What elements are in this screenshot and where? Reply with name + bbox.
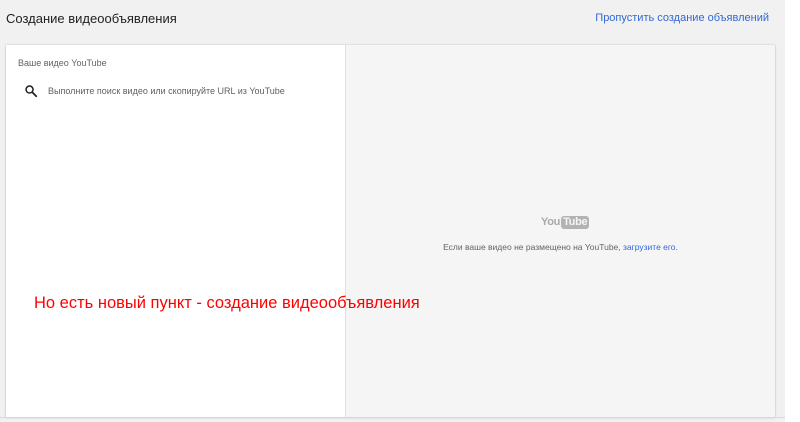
bottom-divider <box>0 417 785 418</box>
upload-video-link[interactable]: загрузите его <box>623 242 676 252</box>
page: Создание видеообъявления Пропустить созд… <box>0 0 800 422</box>
skip-ad-creation-link[interactable]: Пропустить создание объявлений <box>595 12 769 24</box>
header: Создание видеообъявления Пропустить созд… <box>0 0 785 40</box>
red-annotation-text: Но есть новый пункт - создание видеообъя… <box>34 294 420 312</box>
page-title: Создание видеообъявления <box>6 11 177 26</box>
section-label: Ваше видео YouTube <box>18 58 107 68</box>
right-edge <box>785 0 800 422</box>
youtube-logo: You Tube <box>541 215 590 229</box>
video-selection-pane: Ваше видео YouTube <box>6 45 346 417</box>
video-ad-card: Ваше видео YouTube You Tube Если ваше ви… <box>6 45 775 417</box>
video-preview-pane: You Tube Если ваше видео не размещено на… <box>346 45 775 417</box>
search-icon <box>24 84 38 98</box>
upload-message-suffix: . <box>675 242 678 252</box>
upload-message: Если ваше видео не размещено на YouTube,… <box>346 242 775 252</box>
upload-message-text: Если ваше видео не размещено на YouTube, <box>443 242 624 252</box>
youtube-logo-word: You <box>541 216 561 228</box>
youtube-logo-box: Tube <box>561 215 590 229</box>
search-row[interactable] <box>18 81 338 101</box>
search-input[interactable] <box>48 81 334 101</box>
